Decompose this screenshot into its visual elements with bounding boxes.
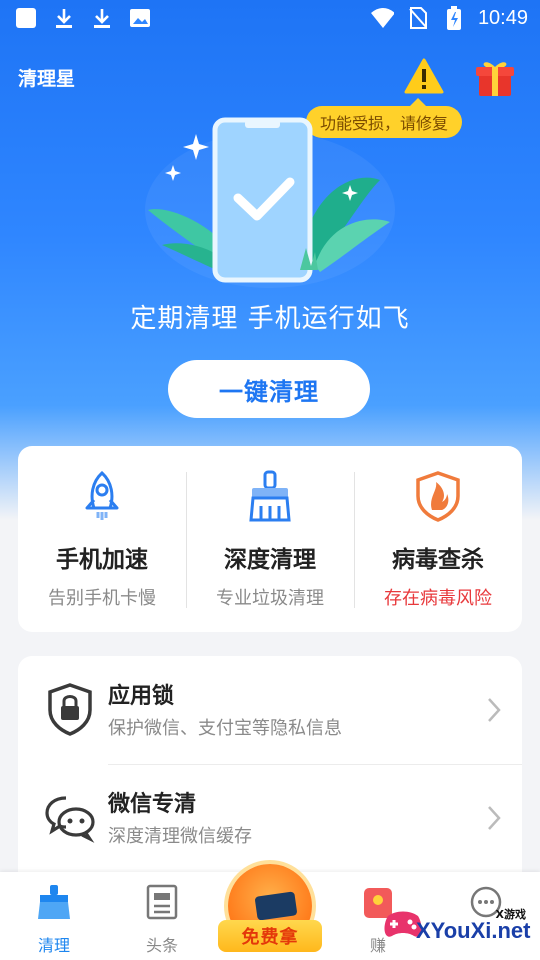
feature-title: 病毒查杀 <box>392 547 484 573</box>
battery-charging-icon <box>442 6 466 30</box>
feature-subtitle: 存在病毒风险 <box>384 588 492 609</box>
phone-check-illustration <box>140 110 400 290</box>
nav-item-clean[interactable]: 清理 <box>0 872 108 960</box>
feature-subtitle: 专业垃圾清理 <box>216 588 324 609</box>
nav-label: 清理 <box>37 936 70 955</box>
feature-title: 深度清理 <box>224 547 316 573</box>
shield-lock-icon <box>44 682 96 736</box>
shield-virus-icon <box>412 470 464 522</box>
chat-bubbles-icon <box>44 790 96 844</box>
image-icon <box>128 6 152 30</box>
nav-item-news[interactable]: 头条 <box>108 872 216 960</box>
broom-icon <box>37 884 71 920</box>
status-bar: 10:49 <box>0 0 540 36</box>
no-sim-icon <box>406 6 430 30</box>
watermark-text: XYouXi.net <box>416 918 531 943</box>
chevron-right-icon <box>486 804 502 832</box>
list-item-wechat-clean[interactable]: 微信专清 深度清理微信缓存 <box>18 764 522 872</box>
square-icon <box>14 6 38 30</box>
free-get-label: 免费拿 <box>218 920 322 952</box>
chevron-right-icon <box>486 696 502 724</box>
warning-icon[interactable] <box>404 58 444 94</box>
one-click-clean-button[interactable]: 一键清理 <box>168 360 370 418</box>
list-item-subtitle: 保护微信、支付宝等隐私信息 <box>108 718 342 739</box>
site-watermark: X游戏 XYouXi.net <box>376 892 536 952</box>
feature-subtitle: 告别手机卡慢 <box>48 588 156 609</box>
free-get-button[interactable]: 免费拿 <box>218 864 322 956</box>
rocket-icon <box>76 470 128 522</box>
list-item-title: 应用锁 <box>108 684 175 709</box>
download-icon <box>52 6 76 30</box>
feature-title: 手机加速 <box>56 547 148 573</box>
feature-deep-clean[interactable]: 深度清理 专业垃圾清理 <box>186 446 354 632</box>
feature-phone-boost[interactable]: 手机加速 告别手机卡慢 <box>18 446 186 632</box>
tools-list: 应用锁 保护微信、支付宝等隐私信息 微信专清 深度清理微信缓存 <box>18 656 522 886</box>
wifi-icon <box>370 6 394 30</box>
list-item-title: 微信专清 <box>108 792 197 817</box>
news-icon <box>145 884 179 920</box>
feature-virus-scan[interactable]: 病毒查杀 存在病毒风险 <box>354 446 522 632</box>
list-item-subtitle: 深度清理微信缓存 <box>108 826 252 847</box>
hero-slogan: 定期清理 手机运行如飞 <box>130 304 410 334</box>
brush-icon <box>244 470 296 522</box>
list-item-app-lock[interactable]: 应用锁 保护微信、支付宝等隐私信息 <box>18 656 522 765</box>
status-time: 10:49 <box>477 6 528 29</box>
nav-label: 头条 <box>145 936 178 955</box>
feature-card: 手机加速 告别手机卡慢 深度清理 专业垃圾清理 病毒查杀 存在病毒风险 <box>18 446 522 632</box>
download-icon <box>90 6 114 30</box>
gift-icon[interactable] <box>474 56 516 98</box>
app-title: 清理星 <box>18 68 76 90</box>
